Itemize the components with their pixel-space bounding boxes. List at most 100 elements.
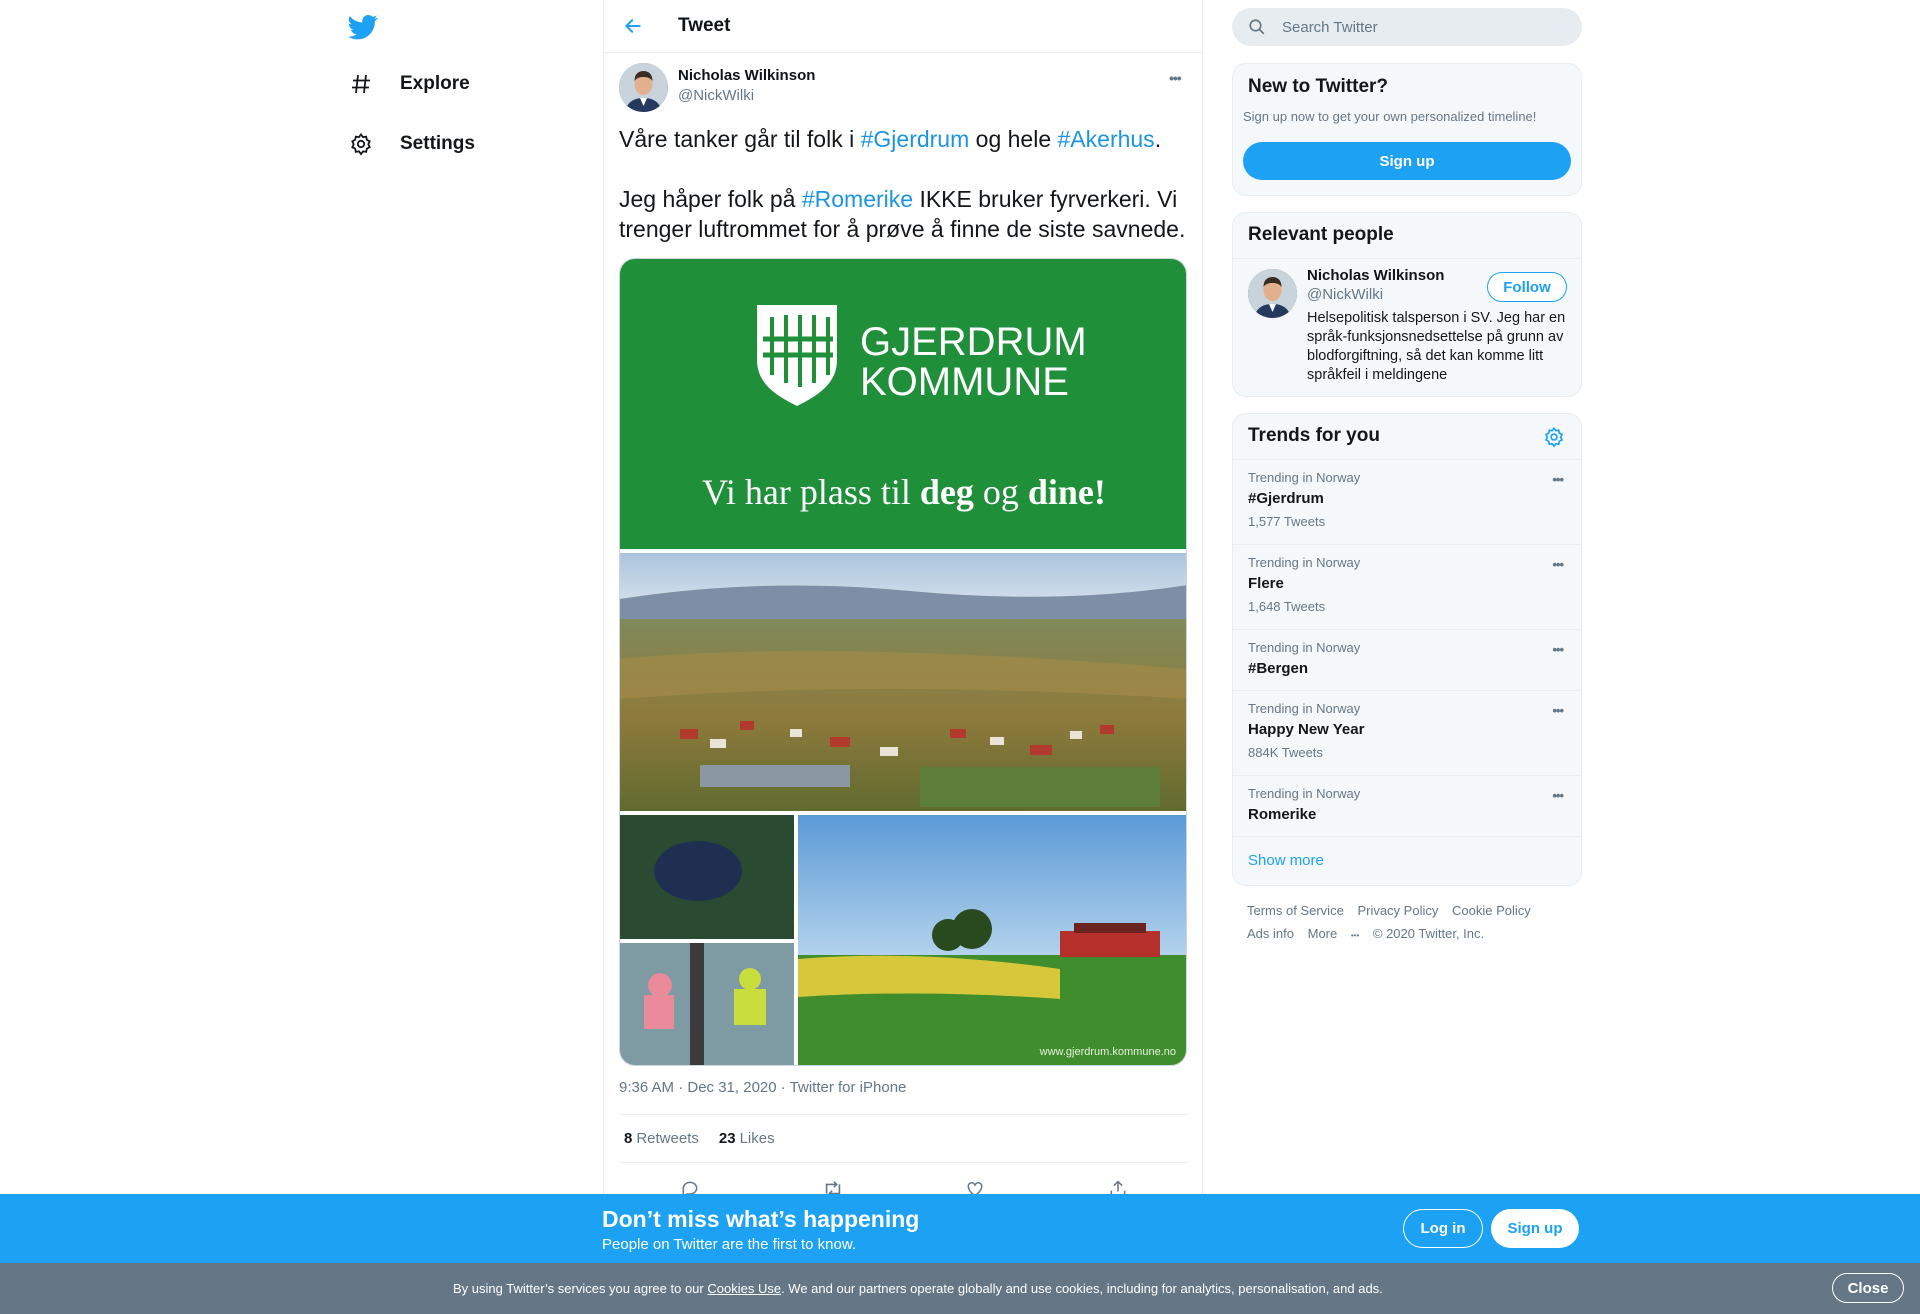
card-title: Trends for you	[1248, 425, 1380, 446]
trend-item[interactable]: Trending in Norway Happy New Year 884K T…	[1233, 690, 1581, 775]
more-link[interactable]: More •••	[1308, 926, 1360, 941]
twitter-logo-icon[interactable]	[348, 12, 378, 42]
likes-count: 23	[718, 1130, 736, 1147]
cookie-text: By using Twitter’s services you agree to…	[453, 1281, 1383, 1296]
footer-links: Ads info More ••• © 2020 Twitter, Inc.	[1247, 926, 1494, 941]
retweets-count: 8	[624, 1130, 633, 1147]
cookie-text-part: By using Twitter’s services you agree to…	[453, 1281, 708, 1296]
trend-name: Romerike	[1248, 806, 1317, 823]
show-more-row: Show more	[1233, 836, 1581, 885]
signup-banner: Don’t miss what’s happening People on Tw…	[0, 1194, 1920, 1263]
trend-more-icon[interactable]: •••	[1552, 788, 1564, 803]
nav-settings[interactable]: Settings	[346, 124, 475, 164]
trend-more-icon[interactable]: •••	[1552, 642, 1564, 657]
cookies-use-link[interactable]: Cookies Use	[707, 1281, 781, 1296]
card-title: New to Twitter?	[1248, 76, 1389, 97]
tweet-text-part: og hele	[969, 126, 1058, 152]
author-name[interactable]: Nicholas Wilkinson	[678, 67, 815, 84]
media-watermark: www.gjerdrum.kommune.no	[1039, 1046, 1176, 1058]
trend-item[interactable]: Trending in Norway Romerike •••	[1233, 775, 1581, 836]
tweet-timestamp[interactable]: 9:36 AM · Dec 31, 2020 · Twitter for iPh…	[619, 1079, 906, 1096]
trends-settings-gear-icon[interactable]	[1543, 426, 1565, 448]
likes-stat[interactable]: 23 Likes	[719, 1130, 775, 1147]
card-title: Relevant people	[1248, 224, 1394, 245]
author-avatar[interactable]	[619, 63, 668, 112]
log-in-button[interactable]: Log in	[1403, 1209, 1483, 1248]
footer-links: Terms of Service Privacy Policy Cookie P…	[1247, 903, 1541, 918]
tweet-text-part: .	[1154, 126, 1162, 152]
trend-count: 884K Tweets	[1248, 745, 1323, 760]
slogan-part: Vi har plass til	[702, 472, 920, 512]
gear-icon	[346, 129, 376, 159]
copyright: © 2020 Twitter, Inc.	[1372, 926, 1485, 941]
follow-button[interactable]: Follow	[1487, 272, 1567, 302]
nav-settings-label: Settings	[400, 133, 475, 154]
card-subtitle: Sign up now to get your own personalized…	[1243, 109, 1537, 124]
terms-link[interactable]: Terms of Service	[1247, 903, 1344, 918]
more-label: More	[1307, 926, 1338, 941]
trend-context: Trending in Norway	[1248, 640, 1361, 655]
trend-more-icon[interactable]: •••	[1552, 472, 1564, 487]
trend-context: Trending in Norway	[1248, 701, 1361, 716]
person-avatar[interactable]	[1248, 269, 1297, 318]
trend-item[interactable]: Trending in Norway Flere 1,648 Tweets ••…	[1233, 544, 1581, 629]
trend-context: Trending in Norway	[1248, 786, 1361, 801]
retweets-label: Retweets	[636, 1130, 699, 1147]
new-to-twitter-card: New to Twitter? Sign up now to get your …	[1232, 63, 1582, 196]
tweet-stats: 8 Retweets 23 Likes	[624, 1130, 775, 1147]
tweet-text-part: Jeg håper folk på	[619, 186, 802, 212]
tweet-text: Våre tanker går til folk i #Gjerdrum og …	[619, 124, 1191, 244]
media-brand-line1: GJERDRUM	[860, 320, 1087, 364]
cookie-text-part: . We and our partners operate globally a…	[781, 1281, 1383, 1296]
tweet-media-image[interactable]: GJERDRUM KOMMUNE Vi har plass til deg og…	[619, 258, 1187, 1066]
trend-context: Trending in Norway	[1248, 470, 1361, 485]
slogan-bold-1: deg	[920, 472, 974, 512]
ads-info-link[interactable]: Ads info	[1247, 926, 1294, 941]
tweet-column: Tweet Nicholas Wilkinson @NickWilki ••• …	[603, 0, 1203, 1314]
more-dots-icon: •••	[1350, 931, 1360, 940]
trend-name: Flere	[1248, 575, 1284, 592]
show-more-link[interactable]: Show more	[1248, 852, 1324, 869]
banner-sign-up-button[interactable]: Sign up	[1491, 1209, 1579, 1248]
trend-more-icon[interactable]: •••	[1552, 703, 1564, 718]
slogan-part: og	[974, 472, 1028, 512]
close-cookie-button[interactable]: Close	[1832, 1273, 1904, 1303]
hashtag-link-gjerdrum[interactable]: #Gjerdrum	[861, 126, 970, 152]
sign-up-button[interactable]: Sign up	[1243, 142, 1571, 180]
banner-subtitle: People on Twitter are the first to know.	[602, 1236, 857, 1253]
relevant-people-card: Relevant people Nicholas Wilkinson @Nick…	[1232, 212, 1582, 397]
trend-more-icon[interactable]: •••	[1552, 557, 1564, 572]
privacy-link[interactable]: Privacy Policy	[1357, 903, 1438, 918]
tweet-header: Tweet	[604, 0, 1202, 53]
trends-card: Trends for you Trending in Norway #Gjerd…	[1232, 413, 1582, 886]
person-bio: Helsepolitisk talsperson i SV. Jeg har e…	[1307, 310, 1566, 383]
banner-title: Don’t miss what’s happening	[602, 1206, 920, 1232]
person-handle[interactable]: @NickWilki	[1307, 286, 1383, 303]
search-box[interactable]	[1232, 8, 1582, 46]
more-options-icon[interactable]: •••	[1169, 70, 1182, 86]
back-arrow-icon[interactable]	[619, 12, 647, 40]
trend-context: Trending in Norway	[1248, 555, 1361, 570]
nav-explore[interactable]: Explore	[346, 64, 470, 104]
media-brand-line2: KOMMUNE	[860, 360, 1069, 404]
divider	[619, 1162, 1189, 1163]
search-icon	[1248, 18, 1266, 36]
cookie-policy-link[interactable]: Cookie Policy	[1452, 903, 1531, 918]
trend-count: 1,648 Tweets	[1248, 599, 1326, 614]
person-name[interactable]: Nicholas Wilkinson	[1307, 267, 1444, 284]
search-input[interactable]	[1282, 18, 1562, 36]
tweet-text-part: Våre tanker går til folk i	[619, 126, 861, 152]
nav-explore-label: Explore	[400, 73, 470, 94]
author-handle[interactable]: @NickWilki	[678, 87, 754, 104]
hashtag-link-romerike[interactable]: #Romerike	[802, 186, 913, 212]
trend-item[interactable]: Trending in Norway #Bergen •••	[1233, 629, 1581, 690]
trend-item[interactable]: Trending in Norway #Gjerdrum 1,577 Tweet…	[1233, 459, 1581, 544]
trend-count: 1,577 Tweets	[1248, 514, 1326, 529]
hashtag-link-akerhus[interactable]: #Akerhus	[1058, 126, 1155, 152]
trend-name: Happy New Year	[1248, 721, 1365, 738]
media-slogan: Vi har plass til deg og dine!	[702, 472, 1106, 512]
likes-label: Likes	[739, 1130, 775, 1147]
trend-name: #Gjerdrum	[1248, 490, 1324, 507]
retweets-stat[interactable]: 8 Retweets	[624, 1130, 699, 1147]
page-title: Tweet	[678, 15, 731, 36]
